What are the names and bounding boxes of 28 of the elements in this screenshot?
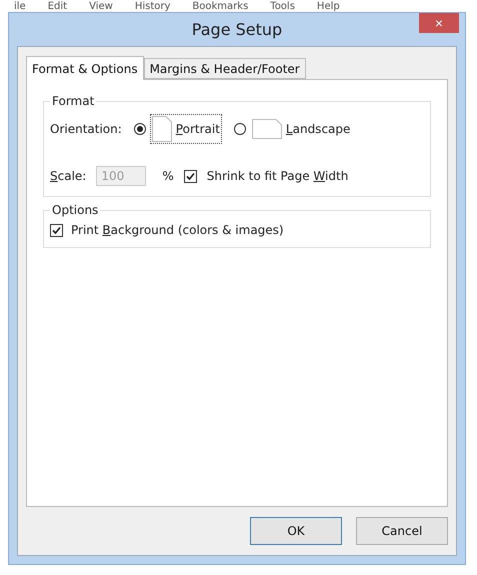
checkbox-label: Print Background (colors & images) bbox=[71, 223, 284, 237]
percent-label: % bbox=[162, 169, 174, 183]
radio-button[interactable] bbox=[134, 123, 146, 135]
close-button[interactable]: × bbox=[419, 13, 459, 33]
dialog-button[interactable]: Cancel bbox=[356, 517, 448, 545]
dialog-button[interactable]: OK bbox=[250, 517, 342, 545]
menu-item[interactable]: ile bbox=[14, 2, 26, 12]
tab[interactable]: Format & Options bbox=[26, 56, 144, 80]
menu-item[interactable]: Edit bbox=[48, 2, 68, 12]
menu-item[interactable]: Bookmarks bbox=[192, 2, 248, 12]
orientation-option[interactable]: Landscape bbox=[250, 117, 352, 141]
checkbox[interactable] bbox=[50, 224, 63, 236]
checkbox[interactable] bbox=[184, 170, 197, 182]
tab[interactable]: Margins & Header/Footer bbox=[144, 58, 306, 79]
menu-item[interactable]: Help bbox=[316, 2, 340, 12]
scale-label: Scale: bbox=[50, 169, 86, 183]
portrait-page-icon bbox=[152, 116, 172, 142]
menu-item[interactable]: View bbox=[89, 2, 113, 12]
group-title: Format bbox=[51, 94, 96, 108]
window-title: Page Setup bbox=[192, 20, 282, 39]
checkbox-label: Shrink to fit Page Width bbox=[206, 169, 348, 183]
landscape-page-icon bbox=[252, 119, 282, 139]
orientation-option[interactable]: Portrait bbox=[150, 114, 222, 144]
group-title: Options bbox=[51, 203, 100, 217]
menu-item[interactable]: Tools bbox=[270, 2, 295, 12]
radio-button[interactable] bbox=[234, 123, 246, 135]
menu-item[interactable]: History bbox=[134, 2, 170, 12]
orientation-label: Orientation: bbox=[50, 122, 122, 136]
